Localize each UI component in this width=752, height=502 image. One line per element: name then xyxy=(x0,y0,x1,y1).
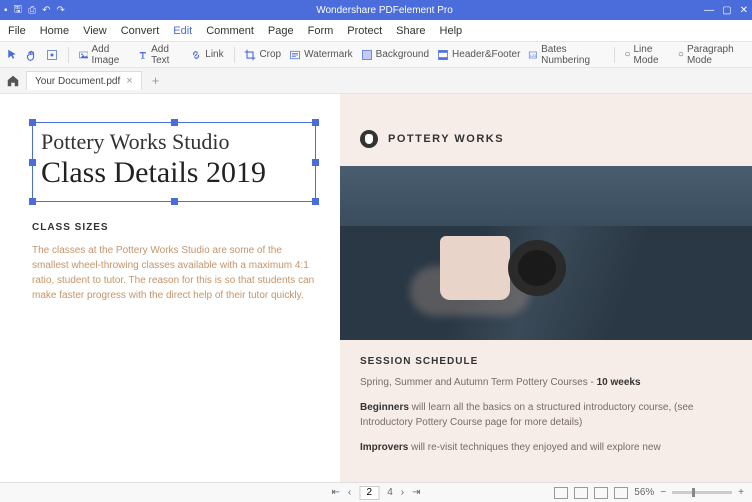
edit-object-tool[interactable] xyxy=(46,49,58,61)
view-continuous-icon[interactable] xyxy=(574,487,588,499)
add-tab-button[interactable]: + xyxy=(148,73,164,88)
next-page-icon[interactable]: › xyxy=(401,487,404,498)
zoom-in-icon[interactable]: + xyxy=(738,487,744,498)
menu-view[interactable]: View xyxy=(83,25,107,37)
menu-page[interactable]: Page xyxy=(268,25,294,37)
session-intro: Spring, Summer and Autumn Term Pottery C… xyxy=(360,375,732,390)
bates-numbering-button[interactable]: 123Bates Numbering xyxy=(528,44,603,66)
menu-comment[interactable]: Comment xyxy=(206,25,254,37)
zoom-out-icon[interactable]: − xyxy=(660,487,666,498)
status-bar: ⇤ ‹ 4 › ⇥ 56% − + xyxy=(0,482,752,502)
resize-handle[interactable] xyxy=(29,198,36,205)
page-right: POTTERY WORKS SESSION SCHEDULE Spring, S… xyxy=(340,94,752,482)
view-single-icon[interactable] xyxy=(554,487,568,499)
menu-convert[interactable]: Convert xyxy=(121,25,160,37)
minimize-icon[interactable]: — xyxy=(704,5,714,16)
resize-handle[interactable] xyxy=(171,119,178,126)
document-tab[interactable]: Your Document.pdf × xyxy=(26,71,142,90)
view-two-page-icon[interactable] xyxy=(594,487,608,499)
prev-page-icon[interactable]: ‹ xyxy=(348,487,351,498)
menu-form[interactable]: Form xyxy=(308,25,334,37)
separator xyxy=(234,47,235,63)
resize-handle[interactable] xyxy=(312,198,319,205)
title-bar: ▪ 🖫 ⎙ ↶ ↷ Wondershare PDFelement Pro — ▢… xyxy=(0,0,752,20)
brand-header: POTTERY WORKS xyxy=(340,130,752,148)
quick-access-toolbar: ▪ 🖫 ⎙ ↶ ↷ xyxy=(4,2,65,19)
resize-handle[interactable] xyxy=(29,159,36,166)
brand-name: POTTERY WORKS xyxy=(388,133,504,145)
resize-handle[interactable] xyxy=(312,119,319,126)
hand-tool[interactable] xyxy=(26,49,38,61)
app-title: Wondershare PDFelement Pro xyxy=(65,5,704,16)
class-sizes-body: The classes at the Pottery Works Studio … xyxy=(32,243,316,303)
first-page-icon[interactable]: ⇤ xyxy=(331,487,339,498)
view-two-continuous-icon[interactable] xyxy=(614,487,628,499)
line-mode-radio[interactable]: ○ Line Mode xyxy=(624,44,669,66)
print-icon[interactable]: ⎙ xyxy=(28,5,36,16)
link-button[interactable]: Link xyxy=(190,49,223,61)
separator xyxy=(68,47,69,63)
resize-handle[interactable] xyxy=(29,119,36,126)
svg-text:123: 123 xyxy=(530,53,536,57)
document-tab-bar: Your Document.pdf × + xyxy=(0,68,752,94)
watermark-button[interactable]: Watermark xyxy=(289,49,353,61)
beginners-line: Beginners will learn all the basics on a… xyxy=(360,400,732,430)
menu-file[interactable]: File xyxy=(8,25,26,37)
menu-home[interactable]: Home xyxy=(40,25,69,37)
maximize-icon[interactable]: ▢ xyxy=(722,5,731,16)
page-navigator: ⇤ ‹ 4 › ⇥ xyxy=(331,486,420,500)
selected-text-box[interactable]: Pottery Works Studio Class Details 2019 xyxy=(32,122,316,202)
header-footer-button[interactable]: Header&Footer xyxy=(437,49,520,61)
page-total: 4 xyxy=(387,487,393,498)
paragraph-mode-radio[interactable]: ○ Paragraph Mode xyxy=(678,44,746,66)
tab-label: Your Document.pdf xyxy=(35,76,120,87)
zoom-level: 56% xyxy=(634,487,654,498)
redo-icon[interactable]: ↷ xyxy=(56,5,64,16)
menu-protect[interactable]: Protect xyxy=(347,25,382,37)
save-icon[interactable]: 🖫 xyxy=(14,2,23,19)
session-heading: SESSION SCHEDULE xyxy=(360,356,732,367)
background-button[interactable]: Background xyxy=(361,49,429,61)
home-icon[interactable] xyxy=(6,74,20,88)
window-controls: — ▢ ✕ xyxy=(704,5,748,16)
resize-handle[interactable] xyxy=(312,159,319,166)
session-schedule: SESSION SCHEDULE Spring, Summer and Autu… xyxy=(340,340,752,455)
crop-button[interactable]: Crop xyxy=(244,49,281,61)
edit-toolbar: Add Image Add Text Link Crop Watermark B… xyxy=(0,42,752,68)
undo-icon[interactable]: ↶ xyxy=(42,5,50,16)
add-image-button[interactable]: Add Image xyxy=(79,44,131,66)
zoom-slider[interactable] xyxy=(672,491,732,494)
doc-title-line1[interactable]: Pottery Works Studio xyxy=(41,129,307,155)
improvers-line: Improvers will re-visit techniques they … xyxy=(360,440,732,455)
doc-title-line2[interactable]: Class Details 2019 xyxy=(41,155,307,191)
app-logo-icon: ▪ xyxy=(4,5,8,16)
menu-edit[interactable]: Edit xyxy=(173,25,192,37)
resize-handle[interactable] xyxy=(171,198,178,205)
brand-logo-icon xyxy=(360,130,378,148)
add-text-button[interactable]: Add Text xyxy=(138,44,182,66)
menu-bar: File Home View Convert Edit Comment Page… xyxy=(0,20,752,42)
menu-help[interactable]: Help xyxy=(440,25,463,37)
last-page-icon[interactable]: ⇥ xyxy=(412,487,420,498)
separator xyxy=(614,47,615,63)
page-left: Pottery Works Studio Class Details 2019 … xyxy=(0,94,340,482)
page-number-input[interactable] xyxy=(359,486,379,500)
close-window-icon[interactable]: ✕ xyxy=(740,5,748,16)
close-tab-icon[interactable]: × xyxy=(126,75,132,87)
class-sizes-heading: CLASS SIZES xyxy=(32,222,316,233)
menu-share[interactable]: Share xyxy=(396,25,425,37)
hero-image xyxy=(340,166,752,340)
document-canvas[interactable]: Pottery Works Studio Class Details 2019 … xyxy=(0,94,752,482)
select-tool[interactable] xyxy=(6,49,18,61)
